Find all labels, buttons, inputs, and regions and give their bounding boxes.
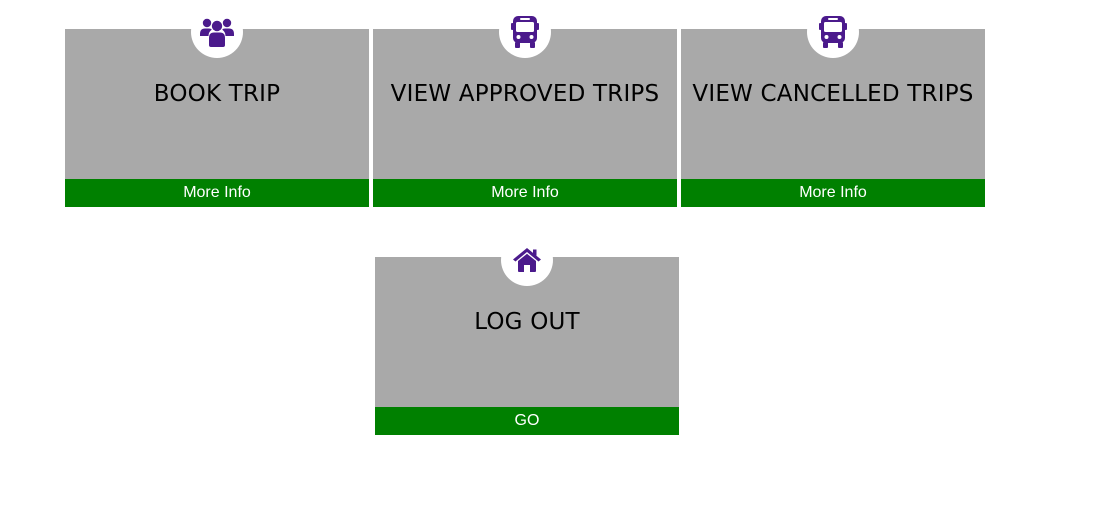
more-info-button[interactable]: More Info [681, 179, 985, 207]
icon-badge [501, 234, 553, 286]
icon-badge [191, 6, 243, 58]
home-icon [513, 248, 541, 272]
card-title: LOG OUT [474, 309, 580, 335]
users-icon [200, 18, 234, 47]
icon-badge [499, 6, 551, 58]
card-title: VIEW CANCELLED TRIPS [692, 81, 974, 107]
bus-icon [511, 16, 539, 48]
card-title: VIEW APPROVED TRIPS [390, 81, 660, 107]
bus-icon [819, 16, 847, 48]
more-info-button[interactable]: More Info [65, 179, 369, 207]
icon-badge [807, 6, 859, 58]
more-info-button[interactable]: More Info [373, 179, 677, 207]
go-button[interactable]: GO [375, 407, 679, 435]
card-title: BOOK TRIP [153, 81, 281, 107]
